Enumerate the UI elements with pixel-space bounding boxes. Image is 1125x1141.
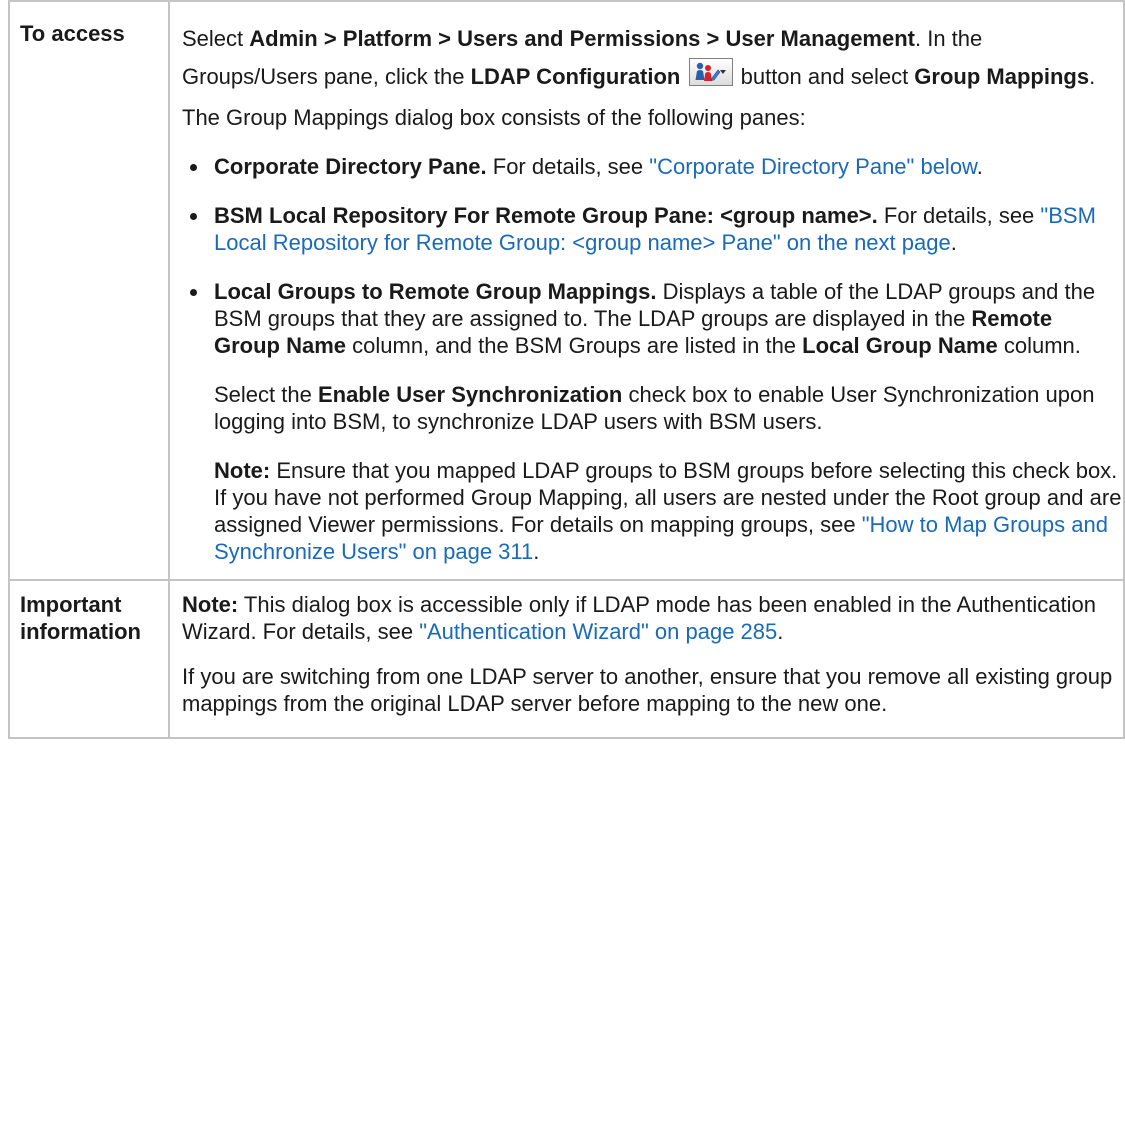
group-mappings-label: Group Mappings: [914, 64, 1090, 89]
text: .: [533, 539, 540, 564]
to-access-content: Select Admin > Platform > Users and Perm…: [168, 0, 1125, 581]
consists-text: The Group Mappings dialog box consists o…: [182, 105, 806, 130]
pane-title: Corporate Directory Pane.: [214, 154, 487, 179]
info-table: To access Select Admin > Platform > User…: [8, 0, 1125, 739]
text: button and select: [734, 64, 915, 89]
important-information-content: Note: This dialog box is accessible only…: [168, 579, 1125, 739]
ldap-configuration-icon: [688, 58, 733, 86]
pane-title: BSM Local Repository For Remote Group Pa…: [214, 203, 878, 228]
list-item: Corporate Directory Pane. For details, s…: [182, 153, 1123, 180]
text: .: [950, 230, 957, 255]
panes-list: Corporate Directory Pane. For details, s…: [182, 153, 1123, 359]
authentication-wizard-link[interactable]: "Authentication Wizard" on page 285: [419, 619, 777, 644]
navigation-path: Admin > Platform > Users and Permissions…: [249, 26, 915, 51]
important-note: Note: This dialog box is accessible only…: [182, 591, 1123, 645]
pane-title: Local Groups to Remote Group Mappings.: [214, 279, 657, 304]
text: For details, see: [877, 203, 1041, 228]
sync-paragraph: Select the Enable User Synchronization c…: [182, 381, 1123, 435]
important-information-label: Important information: [8, 579, 170, 739]
to-access-row: To access Select Admin > Platform > User…: [8, 0, 1125, 581]
text: Select the: [214, 382, 318, 407]
text: For details, see: [486, 154, 650, 179]
text: column.: [997, 333, 1081, 358]
text: .: [777, 619, 784, 644]
text: .: [1089, 64, 1096, 89]
access-instructions: Select Admin > Platform > Users and Perm…: [182, 2, 1123, 96]
text: column, and the BSM Groups are listed in…: [346, 333, 803, 358]
enable-user-sync-label: Enable User Synchronization: [317, 382, 623, 407]
corporate-directory-pane-link[interactable]: "Corporate Directory Pane" below: [649, 154, 976, 179]
to-access-label: To access: [8, 0, 170, 581]
note-label: Note:: [182, 592, 239, 617]
note-label: Note:: [214, 458, 271, 483]
list-item: BSM Local Repository For Remote Group Pa…: [182, 202, 1123, 256]
ldap-configuration-label: LDAP Configuration: [470, 64, 681, 89]
text: Select: [182, 26, 250, 51]
text: .: [976, 154, 983, 179]
switching-servers-text: If you are switching from one LDAP serve…: [182, 664, 1113, 716]
list-item: Local Groups to Remote Group Mappings. D…: [182, 278, 1123, 359]
local-group-name-column: Local Group Name: [802, 333, 998, 358]
note-paragraph: Note: Ensure that you mapped LDAP groups…: [182, 457, 1123, 579]
important-information-row: Important information Note: This dialog …: [8, 579, 1125, 739]
